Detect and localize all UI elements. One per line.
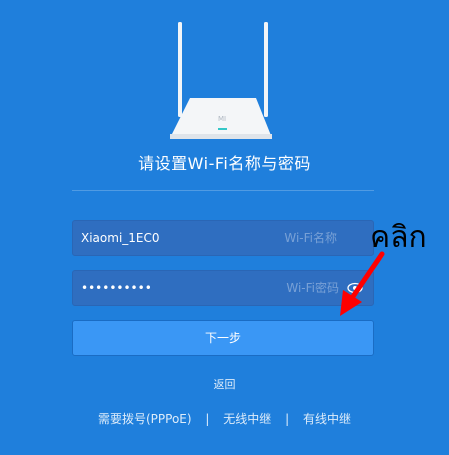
footer-separator: |	[205, 412, 210, 426]
router-illustration: MI	[170, 22, 272, 139]
page-title: 请设置Wi-Fi名称与密码	[138, 154, 311, 173]
wireless-repeater-link[interactable]: 无线中继	[223, 412, 271, 426]
password-field[interactable]: Wi-Fi密码	[72, 270, 374, 306]
antenna-right	[264, 22, 268, 117]
password-input[interactable]	[81, 271, 271, 305]
pppoe-link[interactable]: 需要拨号(PPPoE)	[98, 412, 192, 426]
ssid-field[interactable]: Wi-Fi名称	[72, 220, 374, 256]
back-link[interactable]: 返回	[0, 376, 449, 392]
footer-separator: |	[285, 412, 290, 426]
next-button[interactable]: 下一步	[72, 320, 374, 356]
wired-repeater-link[interactable]: 有线中继	[303, 412, 351, 426]
divider	[72, 190, 374, 191]
mi-logo: MI	[218, 115, 226, 123]
ssid-input[interactable]	[81, 221, 271, 255]
footer-links: 需要拨号(PPPoE) | 无线中继 | 有线中继	[0, 410, 449, 427]
annotation-arrow-icon	[340, 251, 385, 316]
antenna-left	[178, 22, 182, 117]
status-light	[218, 128, 227, 130]
